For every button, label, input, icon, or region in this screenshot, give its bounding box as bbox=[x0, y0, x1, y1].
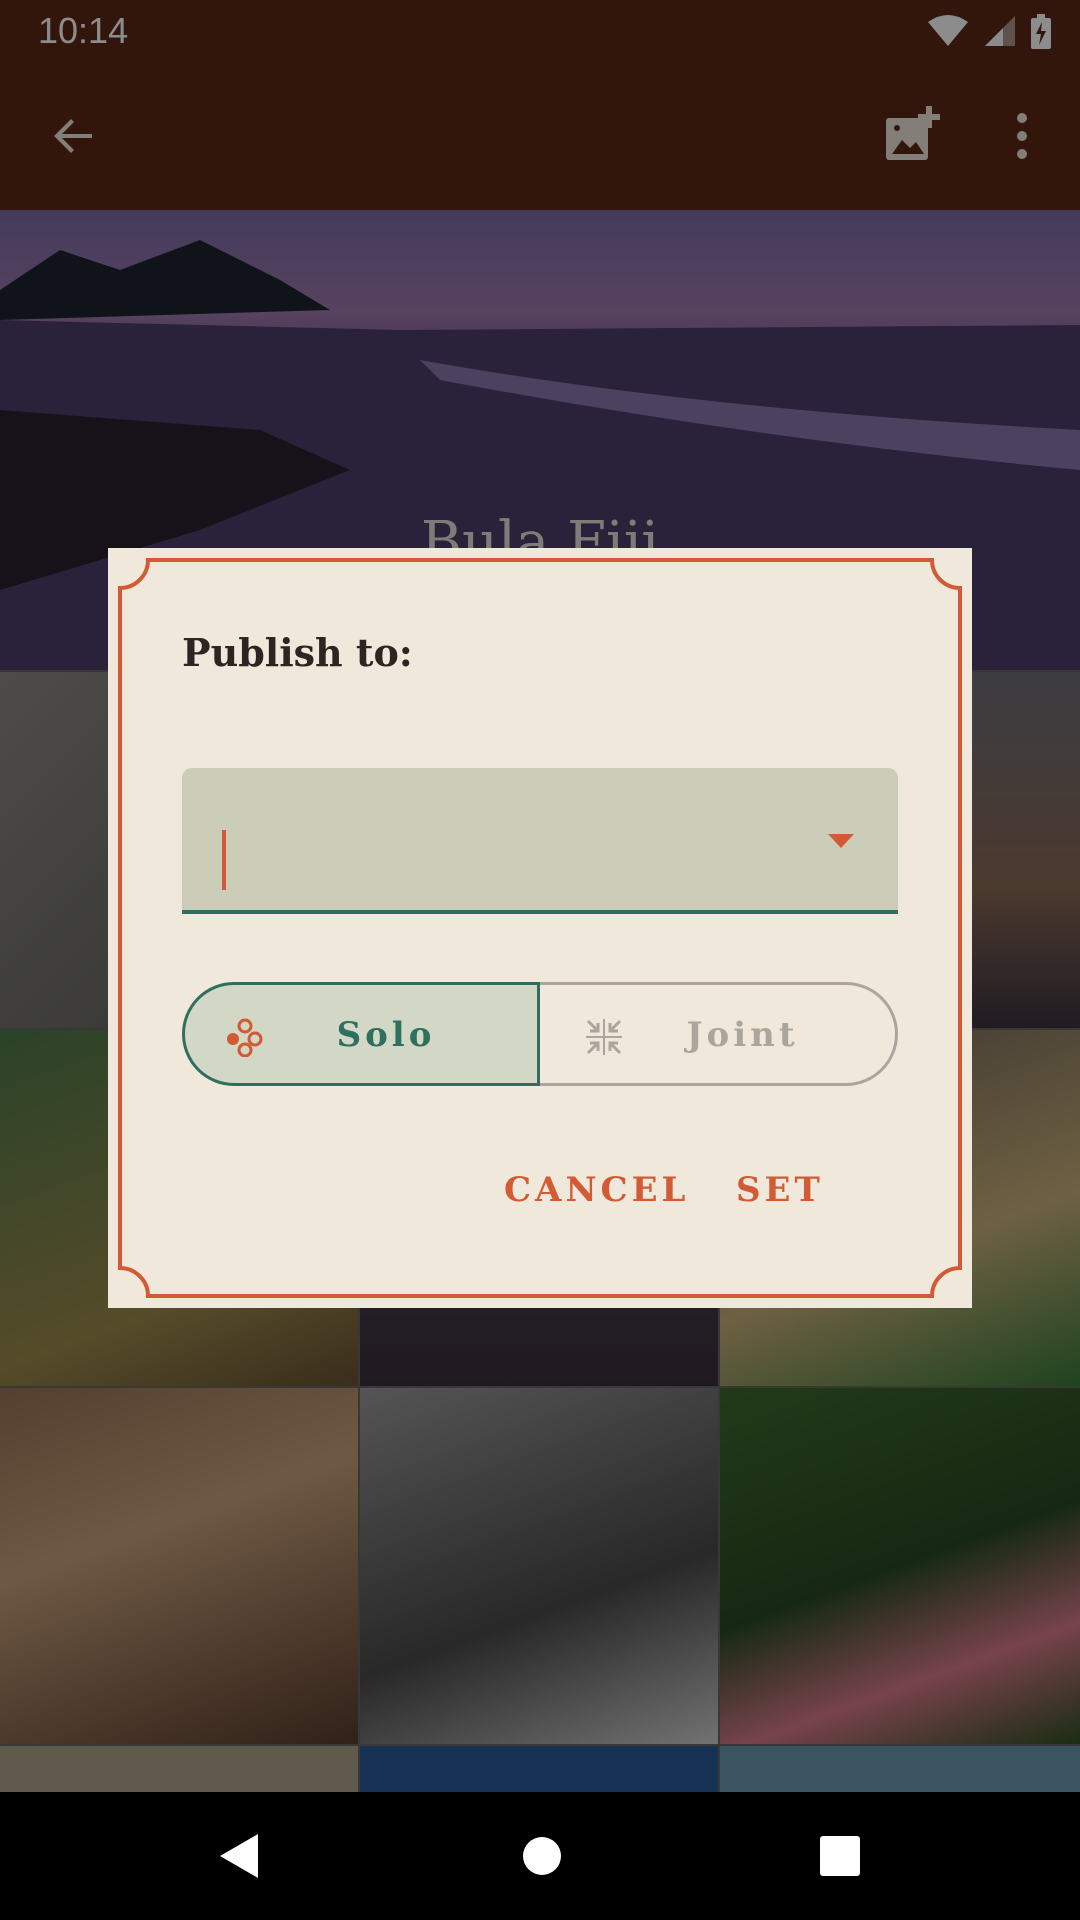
nav-recents-icon[interactable] bbox=[810, 1826, 870, 1886]
publish-mode-toggle: Solo Joint bbox=[182, 982, 898, 1086]
publish-target-dropdown[interactable] bbox=[182, 768, 898, 914]
solo-toggle-button[interactable]: Solo bbox=[182, 982, 540, 1086]
dropdown-arrow-icon[interactable] bbox=[828, 834, 854, 848]
dialog-title: Publish to: bbox=[182, 630, 413, 675]
nav-back-icon[interactable] bbox=[210, 1826, 270, 1886]
navigation-bar bbox=[0, 1792, 1080, 1920]
publish-dialog: Publish to: Solo Joint CANCEL SET bbox=[108, 548, 972, 1308]
publish-target-input[interactable] bbox=[218, 828, 782, 890]
joint-toggle-button[interactable]: Joint bbox=[540, 982, 898, 1086]
solo-label: Solo bbox=[336, 1015, 436, 1055]
joint-label: Joint bbox=[686, 1015, 799, 1055]
nav-home-icon[interactable] bbox=[512, 1826, 572, 1886]
set-button[interactable]: SET bbox=[736, 1170, 824, 1210]
cancel-button[interactable]: CANCEL bbox=[504, 1170, 689, 1210]
